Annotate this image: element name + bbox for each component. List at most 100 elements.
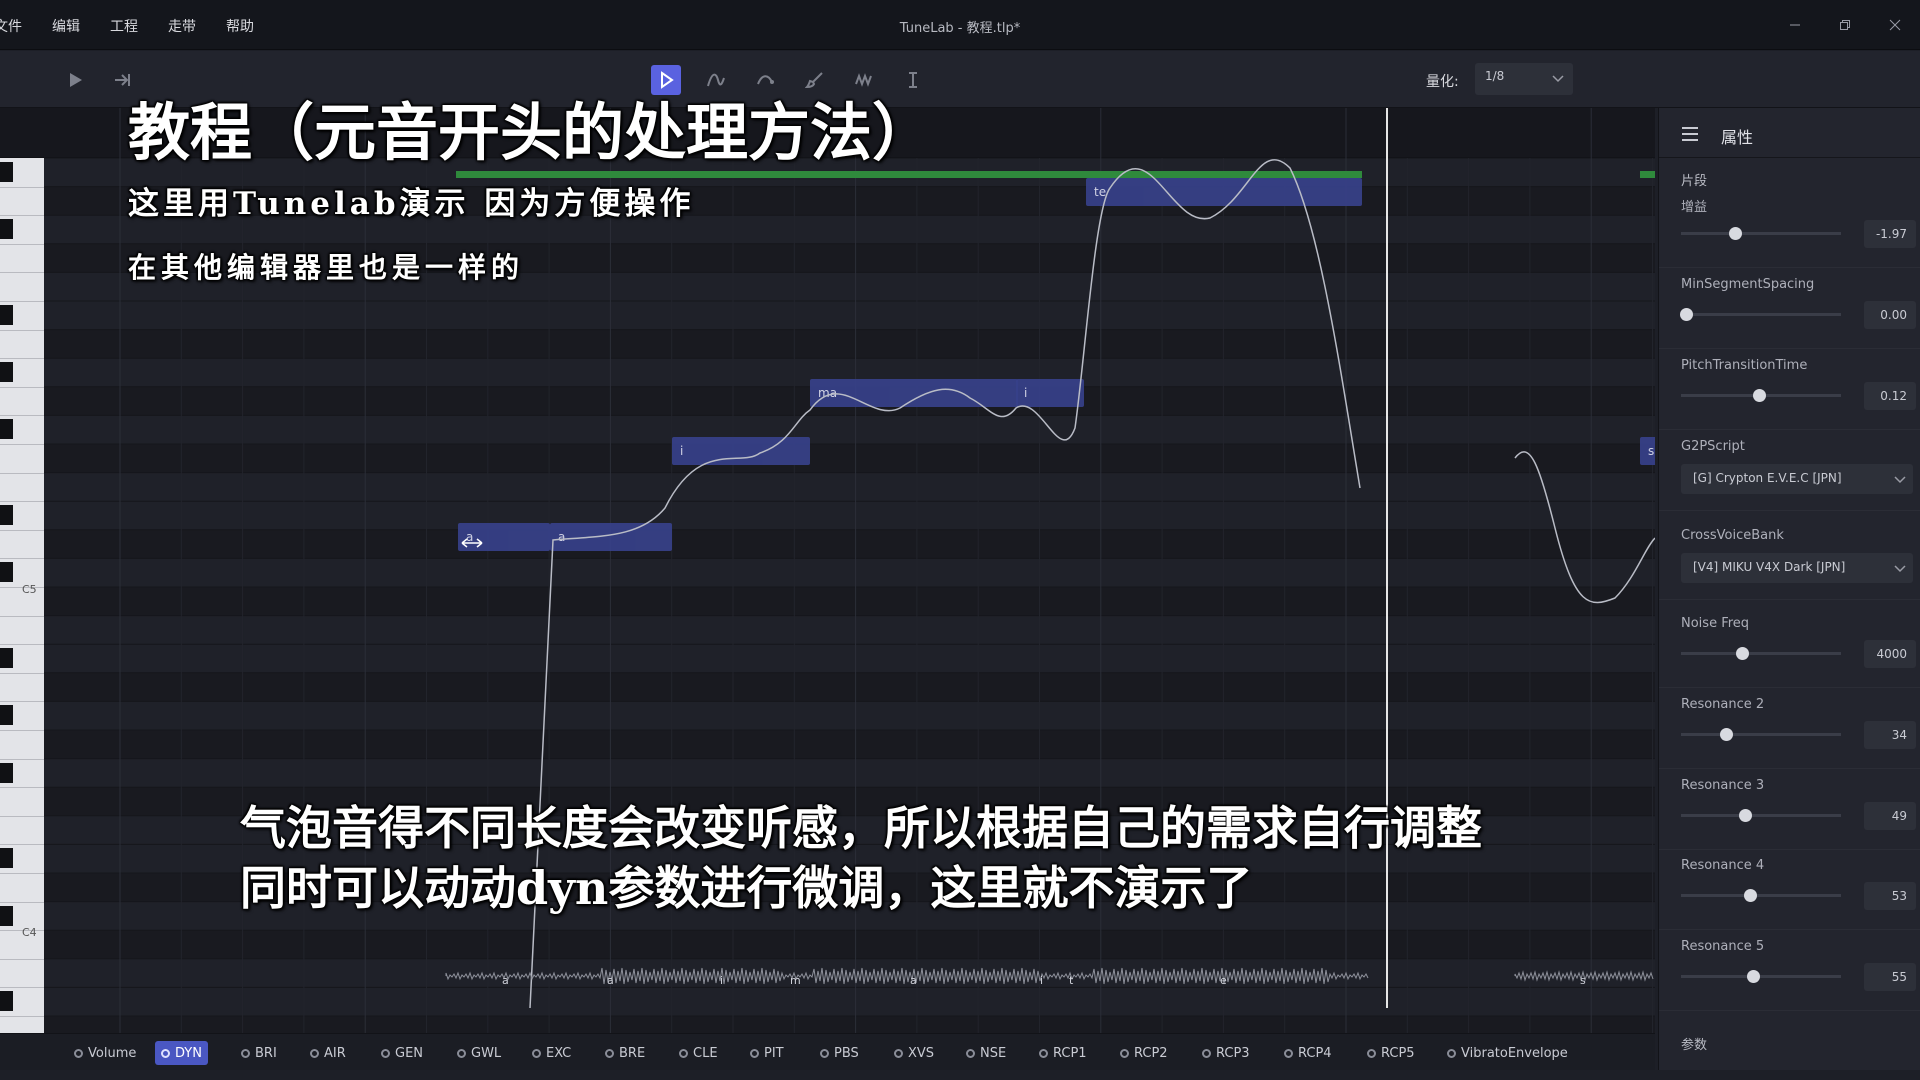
param-tab-bri[interactable]: BRI xyxy=(235,1041,283,1065)
caption-bottom-2: 同时可以动动dyn参数进行微调，这里就不演示了 xyxy=(240,861,1253,915)
visibility-dot-icon[interactable] xyxy=(820,1048,829,1058)
title-bar: 文件 编辑 工程 走带 帮助 TuneLab - 教程.tlp* xyxy=(0,0,1920,50)
param-tab-label: RCP4 xyxy=(1298,1045,1332,1061)
restore-button[interactable] xyxy=(1820,12,1870,38)
menu-project[interactable]: 工程 xyxy=(110,16,138,36)
prop-select[interactable]: [G] Crypton E.V.E.C [JPN] xyxy=(1681,464,1913,494)
param-tab-label: GWL xyxy=(471,1045,502,1061)
menu-help[interactable]: 帮助 xyxy=(226,16,254,36)
param-tab-label: CLE xyxy=(693,1045,718,1061)
visibility-dot-icon[interactable] xyxy=(894,1048,903,1058)
visibility-dot-icon[interactable] xyxy=(310,1048,319,1058)
prop-value-input[interactable]: 53 xyxy=(1864,882,1916,910)
param-tab-cle[interactable]: CLE xyxy=(673,1041,724,1065)
properties-header: 属性 xyxy=(1659,108,1920,158)
param-tab-label: RCP1 xyxy=(1053,1045,1087,1061)
prop-value-input[interactable]: 0.12 xyxy=(1864,382,1916,410)
param-tab-rcp3[interactable]: RCP3 xyxy=(1196,1041,1256,1065)
prop-min-segment-spacing: MinSegmentSpacing 0.00 xyxy=(1659,269,1920,349)
slider-knob[interactable] xyxy=(1739,809,1752,822)
prop-label: Noise Freq xyxy=(1681,616,1750,631)
prop-value-input[interactable]: 34 xyxy=(1864,721,1916,749)
menu-lines-icon[interactable] xyxy=(1681,126,1699,142)
visibility-dot-icon[interactable] xyxy=(532,1048,541,1058)
param-tab-gen[interactable]: GEN xyxy=(375,1041,429,1065)
param-tab-volume[interactable]: Volume xyxy=(68,1041,142,1065)
param-tab-dyn[interactable]: DYN xyxy=(155,1041,208,1065)
visibility-dot-icon[interactable] xyxy=(966,1048,975,1058)
prop-label: MinSegmentSpacing xyxy=(1681,277,1815,292)
param-tab-rcp1[interactable]: RCP1 xyxy=(1033,1041,1093,1065)
visibility-dot-icon[interactable] xyxy=(1284,1048,1293,1058)
prop-label: Resonance 3 xyxy=(1681,778,1765,793)
visibility-dot-icon[interactable] xyxy=(750,1048,759,1058)
menu-edit[interactable]: 编辑 xyxy=(52,16,80,36)
prop-slider[interactable] xyxy=(1681,728,1841,741)
visibility-dot-icon[interactable] xyxy=(241,1048,250,1058)
param-tab-vibratoenvelope[interactable]: VibratoEnvelope xyxy=(1441,1041,1574,1065)
prop-value-input[interactable]: -1.97 xyxy=(1864,220,1916,248)
playhead[interactable] xyxy=(1386,108,1388,1008)
slider-knob[interactable] xyxy=(1743,889,1757,902)
prop-select[interactable]: [V4] MIKU V4X Dark [JPN] xyxy=(1681,553,1913,583)
slider-knob[interactable] xyxy=(1735,647,1749,660)
param-tab-rcp2[interactable]: RCP2 xyxy=(1114,1041,1174,1065)
param-tab-label: Volume xyxy=(88,1045,137,1061)
param-tab-air[interactable]: AIR xyxy=(304,1041,352,1065)
visibility-dot-icon[interactable] xyxy=(679,1048,688,1058)
visibility-dot-icon[interactable] xyxy=(1202,1048,1211,1058)
visibility-dot-icon[interactable] xyxy=(1367,1048,1376,1058)
param-tab-label: XVS xyxy=(908,1045,935,1061)
params-section-title: 参数 xyxy=(1681,1038,1708,1053)
visibility-dot-icon[interactable] xyxy=(161,1048,170,1058)
param-tab-gwl[interactable]: GWL xyxy=(451,1041,507,1065)
prop-value-input[interactable]: 49 xyxy=(1864,802,1916,830)
param-tab-rcp5[interactable]: RCP5 xyxy=(1361,1041,1421,1065)
prop-resonance-4: Resonance 4 53 xyxy=(1659,850,1920,930)
prop-slider[interactable] xyxy=(1681,809,1841,822)
visibility-dot-icon[interactable] xyxy=(457,1048,466,1058)
param-tab-pit[interactable]: PIT xyxy=(744,1041,790,1065)
prop-value-input[interactable]: 4000 xyxy=(1864,640,1916,668)
slider-knob[interactable] xyxy=(1679,308,1693,321)
parameter-tab-bar: Volume DYN BRI AIR GEN GWL EXC BRE CLE PIT PBS XVS N… xyxy=(0,1033,1655,1070)
slider-knob[interactable] xyxy=(1729,227,1743,240)
visibility-dot-icon[interactable] xyxy=(381,1048,390,1058)
prop-label: PitchTransitionTime xyxy=(1681,358,1808,373)
prop-slider[interactable] xyxy=(1681,227,1841,240)
minimize-button[interactable] xyxy=(1770,12,1820,38)
param-tab-bre[interactable]: BRE xyxy=(599,1041,651,1065)
param-tab-xvs[interactable]: XVS xyxy=(888,1041,940,1065)
phoneme-label: a xyxy=(910,974,917,987)
close-button[interactable] xyxy=(1870,12,1920,38)
param-tab-pbs[interactable]: PBS xyxy=(814,1041,865,1065)
visibility-dot-icon[interactable] xyxy=(1039,1048,1048,1058)
play-button[interactable] xyxy=(60,65,90,95)
menu-transport[interactable]: 走带 xyxy=(168,16,196,36)
phoneme-label: a xyxy=(607,974,614,987)
prop-slider[interactable] xyxy=(1679,308,1841,321)
pitch-curve-next[interactable] xyxy=(1514,451,1655,604)
prop-select-value: [G] Crypton E.V.E.C [JPN] xyxy=(1693,471,1842,485)
quantize-select[interactable]: 1/8 xyxy=(1475,63,1573,95)
visibility-dot-icon[interactable] xyxy=(1447,1048,1456,1058)
slider-knob[interactable] xyxy=(1753,389,1767,402)
prop-value-input[interactable]: 55 xyxy=(1864,963,1916,991)
param-tab-exc[interactable]: EXC xyxy=(526,1041,577,1065)
visibility-dot-icon[interactable] xyxy=(74,1048,83,1058)
param-tab-nse[interactable]: NSE xyxy=(960,1041,1012,1065)
menu-file[interactable]: 文件 xyxy=(0,16,22,36)
visibility-dot-icon[interactable] xyxy=(1120,1048,1129,1058)
slider-knob[interactable] xyxy=(1719,728,1733,741)
caption-title: 教程（元音开头的处理方法） xyxy=(128,96,935,169)
visibility-dot-icon[interactable] xyxy=(605,1048,614,1058)
prop-slider[interactable] xyxy=(1681,389,1841,402)
prop-label: Resonance 2 xyxy=(1681,697,1765,712)
prop-slider[interactable] xyxy=(1681,647,1841,660)
prop-value-input[interactable]: 0.00 xyxy=(1864,301,1916,329)
quantize-label: 量化: xyxy=(1426,74,1459,90)
slider-knob[interactable] xyxy=(1747,970,1760,983)
prop-slider[interactable] xyxy=(1681,889,1841,902)
prop-slider[interactable] xyxy=(1681,970,1841,983)
param-tab-rcp4[interactable]: RCP4 xyxy=(1278,1041,1338,1065)
